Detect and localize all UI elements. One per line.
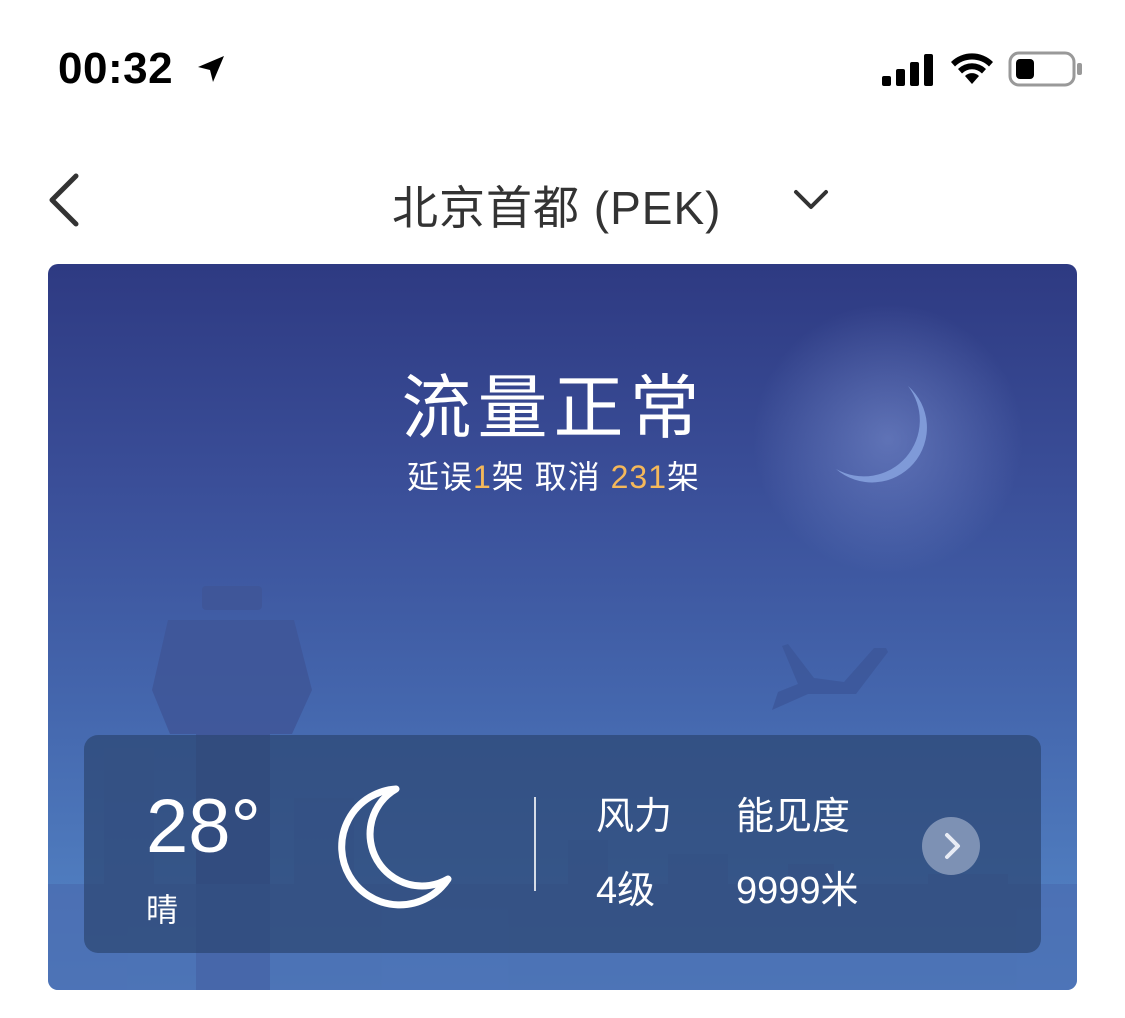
- weather-condition: 晴: [146, 892, 179, 928]
- wifi-icon: [951, 53, 993, 84]
- signal-icon: [882, 54, 933, 86]
- visibility-label: 能见度: [736, 796, 851, 838]
- delay-label: 延误: [406, 459, 473, 495]
- delay-unit: 架: [491, 459, 525, 495]
- location-arrow-icon: [198, 56, 224, 82]
- airport-dropdown-button[interactable]: [786, 180, 836, 220]
- weather-detail-button[interactable]: [922, 817, 980, 875]
- cancel-label: 取消: [534, 459, 601, 495]
- visibility-value: 9999米: [736, 870, 859, 912]
- weather-panel[interactable]: 28° 晴 风力 4级 能见度 9999米: [84, 735, 1041, 953]
- airport-title[interactable]: 北京首都 (PEK): [392, 172, 721, 238]
- cancel-unit: 架: [667, 459, 701, 495]
- plane-icon: [772, 644, 888, 710]
- battery-icon: [1008, 51, 1082, 87]
- status-bar: 00:32: [0, 0, 1125, 140]
- chevron-right-icon: [945, 833, 960, 859]
- wind-value: 4级: [596, 870, 656, 912]
- temperature: 28°: [146, 784, 261, 869]
- chevron-left-icon: [49, 173, 79, 227]
- chevron-down-icon: [794, 190, 828, 209]
- cancel-count: 231: [610, 459, 667, 495]
- airport-status-card: 流量正常 延误1架 取消 231架 28° 晴 风力 4级 能见度 9999米: [48, 264, 1077, 990]
- flight-summary: 延误1架 取消 231架: [48, 452, 1077, 498]
- wind-label: 风力: [596, 796, 673, 838]
- flow-status: 流量正常: [401, 369, 706, 447]
- status-time: 00:32: [58, 44, 174, 93]
- divider: [534, 797, 536, 891]
- back-button[interactable]: [36, 168, 96, 232]
- nav-bar: 北京首都 (PEK): [0, 150, 1125, 260]
- delay-count: 1: [473, 459, 492, 495]
- crescent-moon-icon: [338, 785, 452, 909]
